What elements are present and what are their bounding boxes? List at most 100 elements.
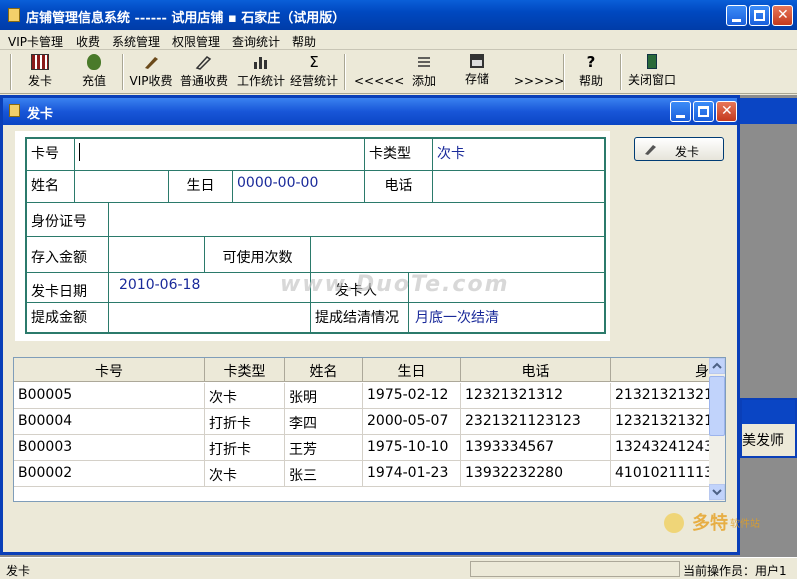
column-header[interactable]: 生日	[363, 358, 461, 382]
cell-card-no: B00003	[14, 435, 205, 461]
help-button[interactable]: ? 帮助	[576, 52, 606, 92]
issue-card-submit-button[interactable]: 发卡	[634, 137, 724, 161]
toolbar-separator	[563, 54, 565, 90]
business-stats-button[interactable]: Σ 经营统计	[289, 52, 339, 92]
toolbar-separator	[344, 54, 346, 90]
cell-card-no: B00005	[14, 383, 205, 409]
close-window-button[interactable]: 关闭窗口	[626, 52, 678, 92]
sub-maximize-button[interactable]	[693, 101, 714, 122]
column-header[interactable]: 电话	[461, 358, 611, 382]
status-bar: 发卡 当前操作员：用户1	[0, 557, 797, 579]
save-button[interactable]: 存储	[462, 52, 492, 92]
usable-times-input[interactable]	[311, 237, 606, 273]
normal-charge-button[interactable]: 普通收费	[179, 52, 229, 92]
menu-query-stats[interactable]: 查询统计	[232, 33, 280, 50]
table-header: 卡号 卡类型 姓名 生日 电话 身	[14, 358, 711, 382]
svg-text:多特: 多特	[692, 512, 728, 534]
question-mark-icon: ?	[586, 53, 596, 71]
deposit-input[interactable]	[109, 237, 205, 273]
money-bag-icon	[87, 54, 101, 70]
maximize-button[interactable]	[749, 5, 770, 26]
pencil-icon	[195, 54, 213, 70]
cell-name: 王芳	[285, 435, 363, 461]
recharge-button[interactable]: 充值	[76, 52, 112, 92]
scroll-down-button[interactable]	[709, 484, 725, 500]
card-type-label: 卡类型	[365, 139, 433, 171]
sub-minimize-button[interactable]	[670, 101, 691, 122]
previous-button[interactable]: <<<<<	[354, 52, 404, 92]
name-label: 姓名	[27, 171, 75, 203]
column-header[interactable]: 卡类型	[205, 358, 285, 382]
issue-date-label: 发卡日期	[27, 273, 109, 303]
name-input[interactable]	[75, 171, 169, 203]
exit-door-icon	[647, 54, 657, 69]
cell-phone: 12321321312	[461, 383, 611, 409]
card-table: 卡号 卡类型 姓名 生日 电话 身 B00005 次卡 张明 1975-02-1…	[13, 357, 726, 502]
card-no-input[interactable]	[75, 139, 365, 171]
settle-label: 提成结清情况	[311, 303, 409, 334]
column-header[interactable]: 卡号	[14, 358, 205, 382]
cell-card-no: B00004	[14, 409, 205, 435]
phone-label: 电话	[365, 171, 433, 203]
scroll-up-button[interactable]	[709, 358, 725, 374]
status-left-text: 发卡	[6, 564, 31, 578]
cell-birthday: 2000-05-07	[363, 409, 461, 435]
cell-phone: 2321321123123	[461, 409, 611, 435]
menu-vip-card[interactable]: VIP卡管理	[8, 33, 63, 50]
next-button[interactable]: >>>>>	[514, 52, 564, 92]
birthday-label: 生日	[169, 171, 233, 203]
window-title: 店铺管理信息系统 ------ 试用店铺 ▪ 石家庄（试用版）	[26, 11, 346, 26]
card-form: 卡号 卡类型 次卡 姓名 生日 0000-00-00 电话 身份证号 存入金额 …	[15, 131, 610, 341]
toolbar: 发卡 充值 VIP收费 普通收费 工作统计 Σ 经营统计 <<<<< 添加 存储…	[0, 50, 797, 94]
watermark: www.DuoTe.com	[280, 272, 510, 297]
work-stats-button[interactable]: 工作统计	[235, 52, 287, 92]
settle-select[interactable]: 月底一次结清	[409, 303, 606, 334]
current-operator-text: 当前操作员：用户1	[683, 564, 787, 578]
cell-card-type: 次卡	[205, 383, 285, 409]
table-vertical-scrollbar[interactable]	[709, 358, 725, 501]
cell-id: 41010211113	[615, 465, 711, 481]
sub-close-button[interactable]: ✕	[716, 101, 737, 122]
cell-phone: 1393334567	[461, 435, 611, 461]
id-number-input[interactable]	[109, 203, 606, 237]
scroll-thumb[interactable]	[709, 376, 725, 436]
add-button[interactable]: 添加	[408, 52, 440, 92]
svg-text:软件站: 软件站	[730, 517, 760, 530]
issue-card-button[interactable]: 发卡	[22, 52, 58, 92]
status-panel	[470, 561, 680, 577]
menu-permission[interactable]: 权限管理	[172, 33, 220, 50]
cell-card-type: 打折卡	[205, 409, 285, 435]
toolbar-separator	[620, 54, 622, 90]
menu-charge[interactable]: 收费	[76, 33, 100, 50]
menu-system[interactable]: 系统管理	[112, 33, 160, 50]
toolbar-separator	[10, 54, 12, 90]
table-row[interactable]: B00004 打折卡 李四 2000-05-07 2321321123123 1…	[14, 409, 711, 435]
cell-birthday: 1975-02-12	[363, 383, 461, 409]
table-row[interactable]: B00002 次卡 张三 1974-01-23 13932232280 4101…	[14, 461, 711, 487]
menu-bar: VIP卡管理 收费 系统管理 权限管理 查询统计 帮助	[0, 30, 797, 50]
phone-input[interactable]	[433, 171, 606, 203]
cell-birthday: 1975-10-10	[363, 435, 461, 461]
table-row[interactable]: B00003 打折卡 王芳 1975-10-10 1393334567 1324…	[14, 435, 711, 461]
issue-card-titlebar: 发卡 ✕	[3, 98, 737, 125]
column-header[interactable]: 身	[611, 358, 711, 382]
cell-card-type: 次卡	[205, 461, 285, 487]
vip-charge-button[interactable]: VIP收费	[127, 52, 175, 92]
birthday-input[interactable]: 0000-00-00	[233, 171, 365, 203]
column-header[interactable]: 姓名	[285, 358, 363, 382]
close-button[interactable]: ✕	[772, 5, 793, 26]
card-no-label: 卡号	[27, 139, 75, 171]
cell-id: 13243241243	[615, 439, 711, 455]
cell-name: 李四	[285, 409, 363, 435]
minimize-button[interactable]	[726, 5, 747, 26]
card-type-select[interactable]: 次卡	[433, 139, 606, 171]
menu-help[interactable]: 帮助	[292, 33, 316, 50]
background-window: 美发师	[740, 398, 797, 458]
commission-label: 提成金额	[27, 303, 109, 334]
issue-card-window-title: 发卡	[27, 107, 54, 122]
commission-input[interactable]	[109, 303, 311, 334]
usable-times-label: 可使用次数	[205, 237, 311, 273]
table-row[interactable]: B00005 次卡 张明 1975-02-12 12321321312 2132…	[14, 383, 711, 409]
cell-name: 张明	[285, 383, 363, 409]
cell-birthday: 1974-01-23	[363, 461, 461, 487]
